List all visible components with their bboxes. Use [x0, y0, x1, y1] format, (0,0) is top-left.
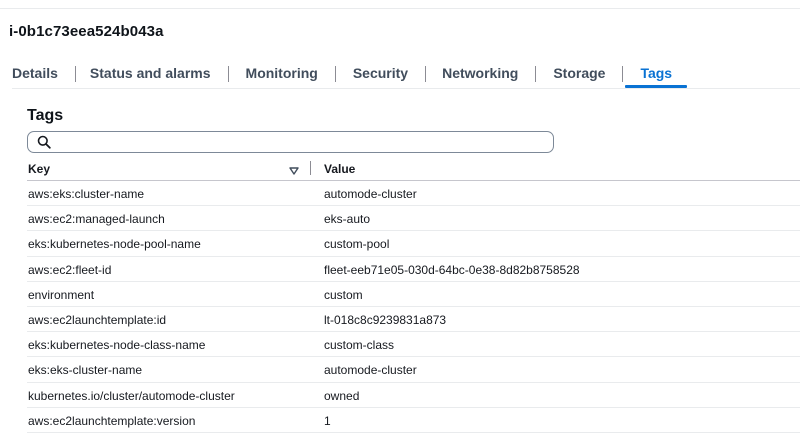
tag-key: aws:ec2launchtemplate:id [28, 312, 167, 327]
tags-search-input[interactable] [56, 134, 546, 150]
tab-monitoring[interactable]: Monitoring [246, 58, 318, 88]
table-row: aws:ec2:fleet-id fleet-eeb71e05-030d-64b… [27, 257, 800, 282]
table-row: kubernetes.io/cluster/automode-cluster o… [27, 383, 800, 408]
tag-key: eks:eks-cluster-name [28, 363, 143, 378]
tab-networking[interactable]: Networking [442, 58, 518, 88]
tag-key: aws:ec2launchtemplate:version [28, 413, 196, 428]
table-header: Key Value [27, 156, 800, 181]
tag-key: aws:eks:cluster-name [28, 187, 145, 201]
tab-tags[interactable]: Tags [625, 58, 687, 88]
tag-key: eks:kubernetes-node-pool-name [28, 237, 201, 252]
column-header-value: Value [324, 162, 356, 176]
page-title: i-0b1c73eea524b043a [9, 23, 164, 40]
tag-key: kubernetes.io/cluster/automode-cluster [28, 388, 235, 403]
tag-key: aws:ec2:managed-launch [28, 212, 165, 227]
tab-details[interactable]: Details [12, 58, 58, 88]
tab-separator [334, 66, 336, 82]
table-row: environment custom [27, 282, 800, 307]
sort-descending-icon[interactable] [289, 163, 299, 175]
tag-key: environment [28, 287, 95, 302]
table-row: eks:kubernetes-node-pool-name custom-poo… [27, 231, 800, 257]
tab-separator [535, 66, 537, 82]
tag-value: custom-class [324, 338, 395, 353]
tag-value: custom-pool [324, 237, 390, 252]
tag-value: automode-cluster [324, 187, 417, 201]
top-divider [0, 8, 800, 9]
tabs-divider [12, 88, 800, 89]
tags-heading: Tags [27, 107, 64, 124]
tag-value: fleet-eeb71e05-030d-64bc-0e38-8d82b87585… [324, 262, 580, 277]
table-row: aws:eks:cluster-name automode-cluster [27, 181, 800, 207]
search-icon [37, 135, 51, 149]
tags-search-box[interactable] [27, 131, 554, 153]
tab-separator [622, 66, 624, 82]
tag-value: lt-018c8c9239831a873 [324, 312, 447, 327]
tab-separator [425, 66, 427, 82]
tag-key: aws:ec2:fleet-id [28, 262, 112, 277]
tab-status-and-alarms[interactable]: Status and alarms [90, 58, 211, 88]
tab-separator [74, 66, 76, 82]
column-header-key[interactable]: Key [28, 162, 50, 176]
tags-table: Key Value aws:eks:cluster-name automode-… [27, 156, 800, 433]
column-resize-handle[interactable] [310, 161, 311, 175]
tab-bar: Details Status and alarms Monitoring Sec… [12, 58, 687, 88]
tab-storage[interactable]: Storage [553, 58, 605, 88]
tag-value: owned [324, 388, 360, 403]
table-row: eks:eks-cluster-name automode-cluster [27, 357, 800, 383]
table-row: aws:ec2launchtemplate:version 1 [27, 408, 800, 433]
tag-value: automode-cluster [324, 363, 417, 378]
table-row: aws:ec2launchtemplate:id lt-018c8c923983… [27, 307, 800, 333]
tab-security[interactable]: Security [353, 58, 408, 88]
tag-value: 1 [324, 413, 331, 428]
tag-key: eks:kubernetes-node-class-name [28, 338, 206, 353]
tag-value: eks-auto [324, 212, 371, 227]
tab-separator [227, 66, 229, 82]
tag-value: custom [324, 287, 363, 302]
table-row: eks:kubernetes-node-class-name custom-cl… [27, 332, 800, 358]
table-row: aws:ec2:managed-launch eks-auto [27, 206, 800, 232]
